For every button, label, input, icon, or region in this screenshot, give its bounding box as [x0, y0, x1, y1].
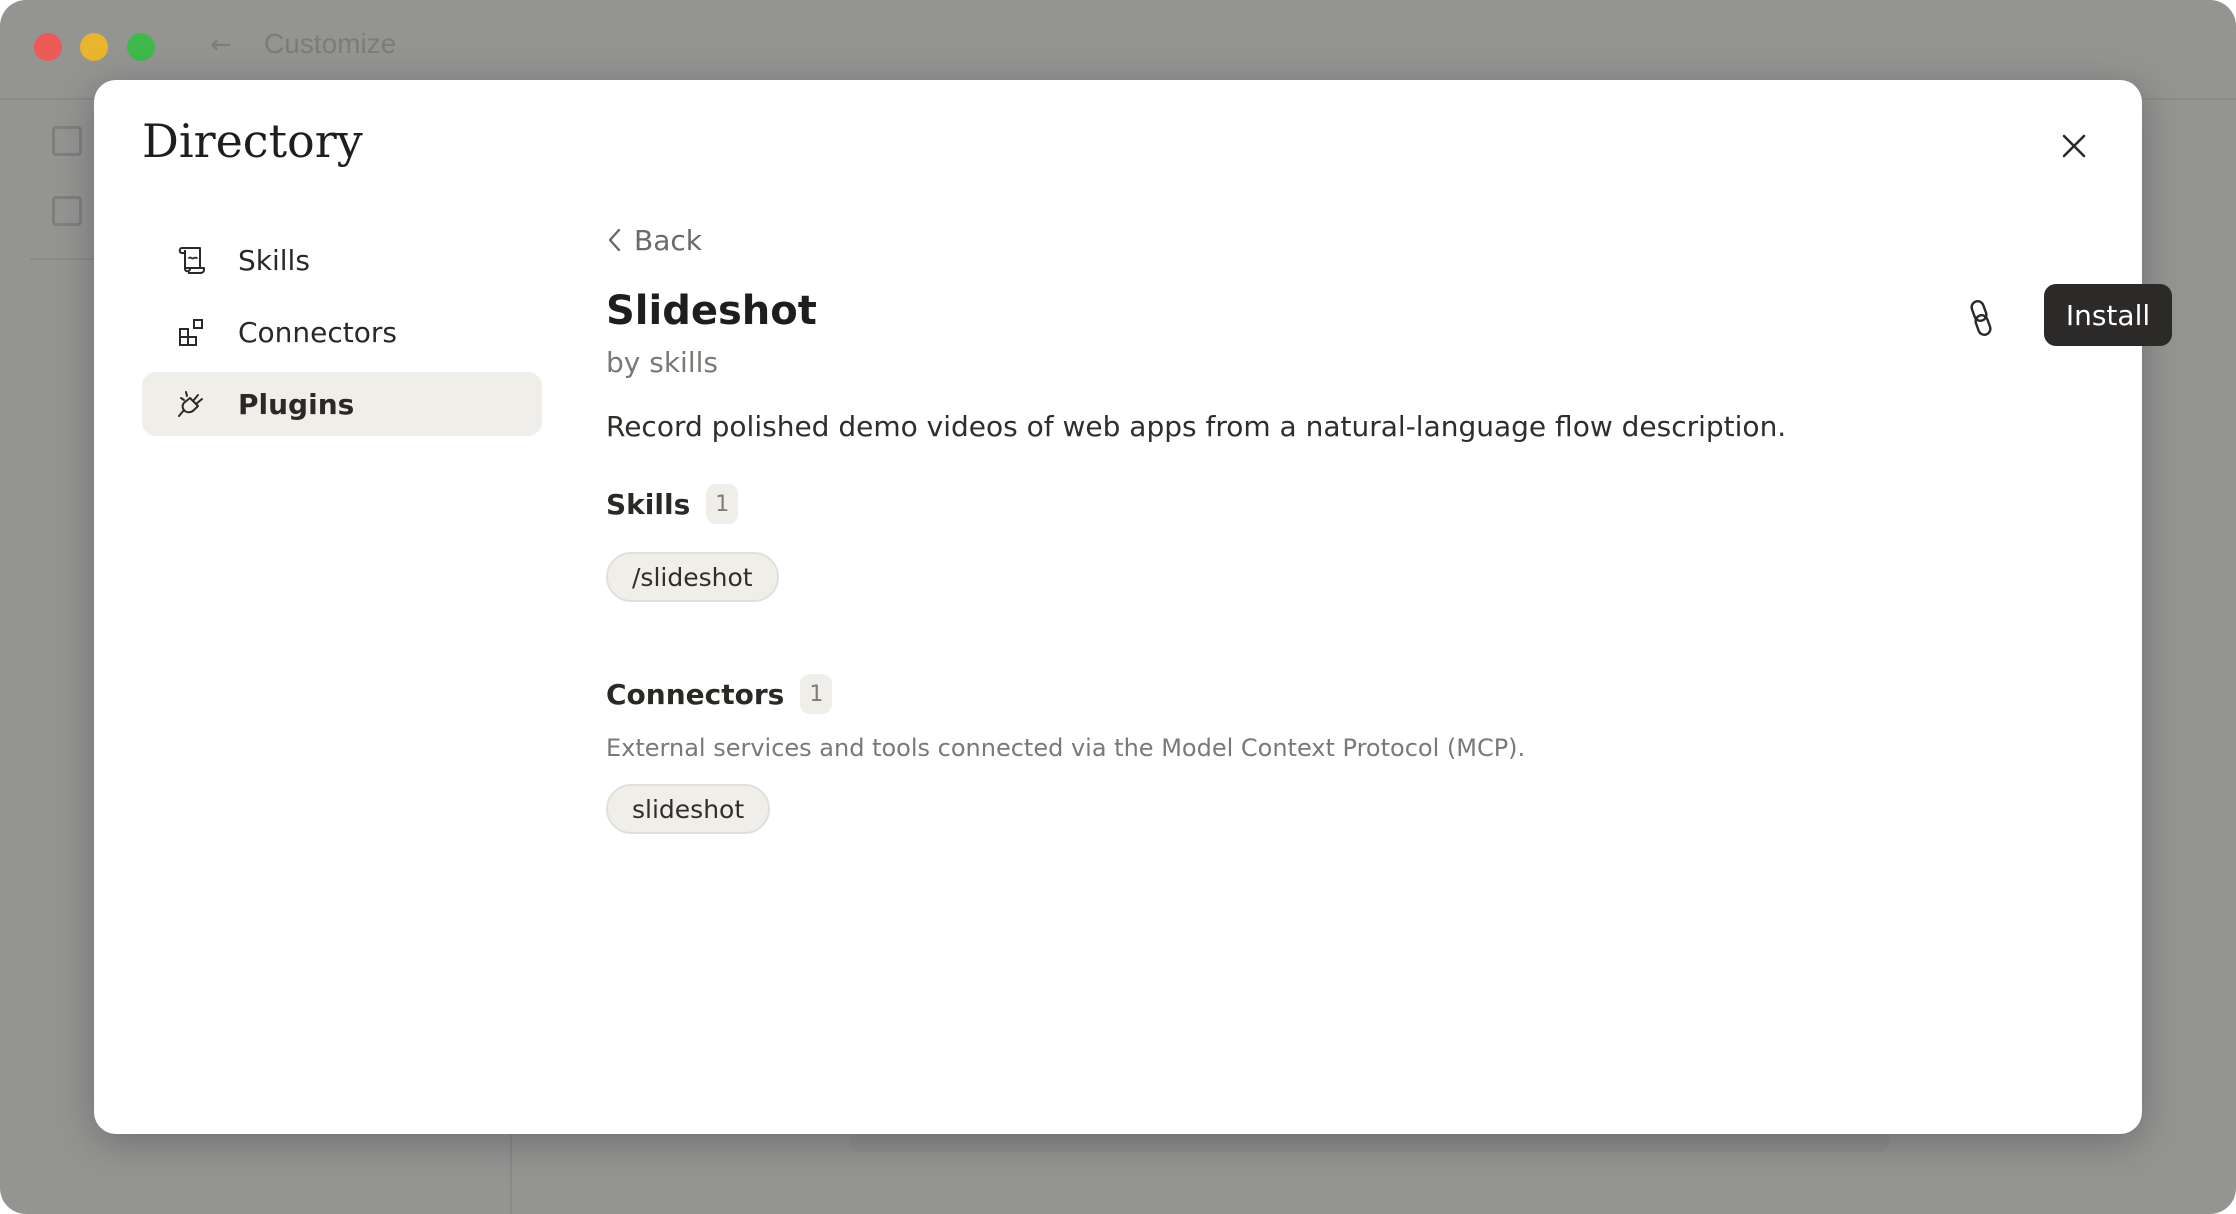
back-arrow-icon[interactable]: ←: [210, 30, 232, 60]
skill-chip[interactable]: /slideshot: [606, 552, 779, 602]
close-window-button[interactable]: [34, 33, 62, 61]
app-window: ← Customize Directory Skills Connectors …: [0, 0, 2236, 1214]
link-icon[interactable]: [1964, 298, 1998, 338]
scroll-icon: [178, 247, 205, 274]
plug-icon: [178, 391, 203, 417]
directory-modal: Directory Skills Connectors Plugins Back…: [94, 80, 2172, 1134]
background-divider: [510, 1130, 512, 1214]
skills-section-title: Skills: [606, 487, 691, 521]
nav-item-label: Connectors: [238, 315, 398, 349]
background-panel: [850, 1132, 1890, 1152]
zoom-window-button[interactable]: [127, 33, 155, 61]
back-label: Back: [634, 223, 702, 257]
plugin-detail: Back Slideshot by skills Install Record …: [606, 220, 2172, 834]
connectors-section-title: Connectors: [606, 677, 785, 711]
plugin-description: Record polished demo videos of web apps …: [606, 410, 1787, 443]
nav-item-plugins[interactable]: Plugins: [142, 372, 542, 436]
chevron-left-icon: [608, 228, 621, 252]
close-modal-button[interactable]: [2054, 126, 2094, 166]
directory-nav: Skills Connectors Plugins: [142, 228, 542, 444]
skills-section-header: Skills 1: [606, 484, 739, 524]
connectors-count-badge: 1: [800, 674, 833, 714]
background-sidebar-icon: [52, 126, 82, 156]
background-sidebar-icon: [52, 196, 82, 226]
install-button[interactable]: Install: [2044, 284, 2172, 346]
grid-plus-icon: [179, 319, 203, 346]
nav-item-skills[interactable]: Skills: [142, 228, 542, 292]
nav-item-label: Plugins: [238, 387, 355, 421]
nav-item-connectors[interactable]: Connectors: [142, 300, 542, 364]
plugin-author: by skills: [606, 346, 718, 379]
back-button[interactable]: Back: [606, 220, 2096, 260]
modal-title: Directory: [142, 114, 363, 168]
background-page-title: Customize: [264, 28, 397, 59]
minimize-window-button[interactable]: [80, 33, 108, 61]
connectors-section-header: Connectors 1: [606, 674, 833, 714]
connector-chip[interactable]: slideshot: [606, 784, 771, 834]
skills-count-badge: 1: [706, 484, 739, 524]
plugin-title: Slideshot: [606, 288, 817, 334]
nav-item-label: Skills: [238, 243, 310, 277]
connectors-section-subtitle: External services and tools connected vi…: [606, 734, 1526, 762]
close-icon: [2062, 134, 2086, 158]
